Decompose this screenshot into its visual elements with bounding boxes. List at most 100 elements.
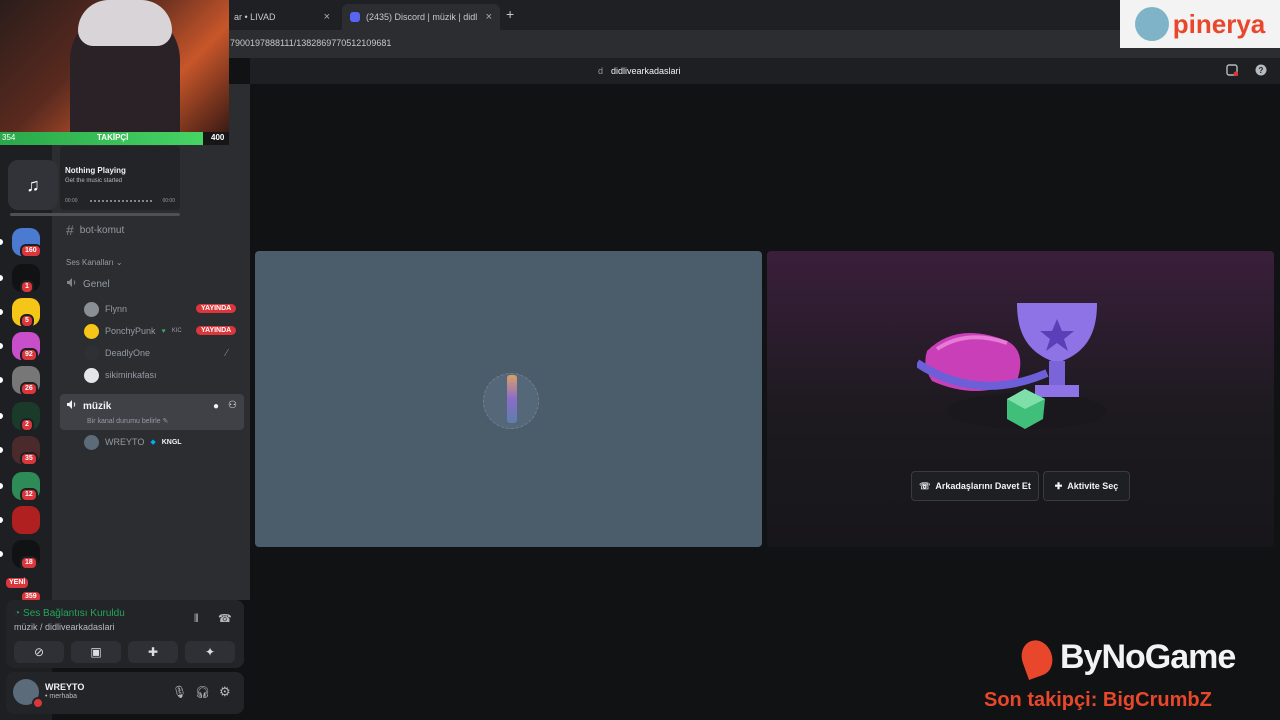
bynogame-mark-icon	[1016, 635, 1058, 680]
discord-icon	[350, 12, 360, 22]
channel-title-text: didlivearkadaslari	[611, 66, 681, 76]
trophy-icon	[917, 303, 1107, 429]
channel-name: bot-komut	[79, 224, 125, 236]
channel-name: müzik	[83, 400, 112, 412]
live-badge: YAYINDA	[196, 326, 237, 335]
camera-off-icon[interactable]: ⊘	[14, 641, 64, 663]
music-time-start: 00:00	[65, 198, 78, 204]
url-text[interactable]: 7900197888111/1382869770512109681	[230, 38, 391, 48]
bynogame-text: ByNoGame	[1060, 638, 1236, 676]
pencil-icon: ✎	[162, 418, 169, 425]
user-name: sikiminkafası	[105, 370, 157, 380]
svg-text:?: ?	[1259, 66, 1264, 75]
channel-name: Genel	[83, 278, 110, 290]
music-time-end: 00:00	[162, 198, 175, 204]
pinerya-text: pinerya	[1172, 8, 1266, 39]
signal-icon: ◔	[14, 608, 21, 619]
inbox-icon[interactable]	[1225, 64, 1239, 78]
music-widget[interactable]: Nothing Playing Get the music started 00…	[60, 146, 180, 210]
server-icon[interactable]	[12, 506, 40, 534]
music-progress[interactable]	[90, 200, 152, 204]
user-name: PonchyPunk	[105, 326, 156, 336]
mic-icon[interactable]: 🎙︎	[172, 685, 187, 699]
choose-label: Aktivite Seç	[1067, 481, 1119, 491]
deafened-icon: ⁄	[226, 348, 228, 359]
voice-user[interactable]: PonchyPunk ♥ KIC	[84, 322, 182, 340]
avatar	[84, 367, 99, 383]
server-badge: 26	[20, 382, 38, 396]
server-badge: 2	[20, 418, 34, 432]
music-title: Nothing Playing	[65, 166, 126, 175]
character-hair	[78, 0, 172, 46]
user-name: Flynn	[105, 304, 128, 314]
heart-icon: ♥	[161, 327, 166, 335]
channel-bot-komut[interactable]: # bot-komut	[66, 220, 124, 240]
follower-goal: 400	[211, 133, 225, 142]
gear-icon[interactable]: ⚙	[219, 684, 231, 700]
server-badge: 5	[20, 314, 34, 328]
user-tag: KIC	[171, 328, 182, 334]
voice-user[interactable]: Flynn	[84, 300, 127, 318]
invite-label: Arkadaşlarını Davet Et	[935, 481, 1031, 491]
voice-channel-genel[interactable]: Genel	[66, 274, 110, 294]
user-name: DeadlyOne	[105, 348, 151, 358]
avatar	[84, 323, 99, 339]
server-badge: 1	[20, 280, 34, 294]
voice-user[interactable]: DeadlyOne	[84, 344, 150, 362]
stream-art	[0, 0, 229, 132]
noise-suppression-icon[interactable]: ⫴	[194, 613, 199, 626]
music-note-icon[interactable]: ♫	[8, 160, 58, 210]
server-badge: 12	[20, 488, 38, 502]
choose-activity-button[interactable]: ✚ Aktivite Seç	[1043, 471, 1130, 501]
voice-status-title: Ses Bağlantısı Kuruldu	[23, 608, 125, 619]
user-tag: KNGL	[161, 438, 182, 446]
voice-user[interactable]: WREYTO ◆ KNGL	[84, 433, 182, 451]
new-tab-button[interactable]: +	[506, 6, 514, 22]
voice-section-header[interactable]: Ses Kanalları ⌄	[66, 258, 123, 267]
disconnect-icon[interactable]: ☎	[218, 612, 232, 625]
server-badge: 160	[20, 244, 42, 258]
stream-tile[interactable]	[255, 251, 762, 547]
invite-friends-button[interactable]: ☏ Arkadaşlarını Davet Et	[911, 471, 1039, 501]
browser-tab-active[interactable]: (2435) Discord | müzik | didl ×	[342, 4, 500, 30]
last-follower: Son takipçi: BigCrumbZ	[984, 689, 1212, 711]
server-badge: 35	[20, 452, 38, 466]
avatar	[84, 345, 99, 361]
user-status: • merhaba	[45, 693, 78, 700]
avatar	[84, 301, 99, 317]
activity-tile: ☏ Arkadaşlarını Davet Et ✚ Aktivite Seç	[767, 251, 1274, 547]
tab-label: (2435) Discord | müzik | didl	[366, 12, 478, 22]
add-user-icon[interactable]: ⚇	[228, 400, 237, 411]
avatar	[84, 434, 99, 450]
close-icon[interactable]: ×	[324, 11, 330, 23]
voice-user[interactable]: sikiminkafası	[84, 366, 157, 384]
voice-status[interactable]: ◔ Ses Bağlantısı Kuruldu	[14, 608, 125, 619]
voice-channel-muzik-label[interactable]: müzik	[66, 396, 111, 416]
new-badge[interactable]: YENİ	[4, 576, 31, 590]
gamepad-icon[interactable]: ✚	[128, 641, 178, 663]
channel-header	[250, 58, 1280, 85]
chat-icon[interactable]: ●	[213, 401, 219, 412]
screenshare-icon[interactable]: ▣	[71, 641, 121, 663]
tab-label: ar • LIVAD	[234, 12, 276, 22]
help-icon[interactable]: ?	[1254, 64, 1268, 78]
headphones-icon[interactable]: 🎧︎	[195, 685, 210, 699]
soundboard-icon[interactable]: ✦	[185, 641, 235, 663]
channel-status-hint[interactable]: Bir kanal durumu belirle ✎	[87, 417, 168, 425]
speaker-icon	[66, 277, 77, 291]
live-badge: YAYINDA	[196, 304, 237, 313]
voice-location[interactable]: müzik / didlivearkadaslari	[14, 622, 115, 632]
shield-icon: ◆	[150, 439, 156, 446]
channel-prefix: d	[598, 66, 604, 76]
channel-title: d didlivearkadaslari	[598, 66, 681, 76]
user-name[interactable]: WREYTO	[45, 682, 84, 692]
user-name: WREYTO	[105, 437, 145, 447]
chevron-down-icon: ⌄	[115, 258, 123, 267]
divider	[10, 213, 180, 216]
gamepad-icon: ✚	[1054, 480, 1063, 491]
status-indicator	[32, 697, 44, 709]
add-user-icon: ☏	[919, 480, 931, 491]
follower-current: 354	[2, 133, 16, 142]
browser-tab[interactable]: ar • LIVAD ×	[226, 4, 338, 30]
close-icon[interactable]: ×	[486, 11, 492, 23]
